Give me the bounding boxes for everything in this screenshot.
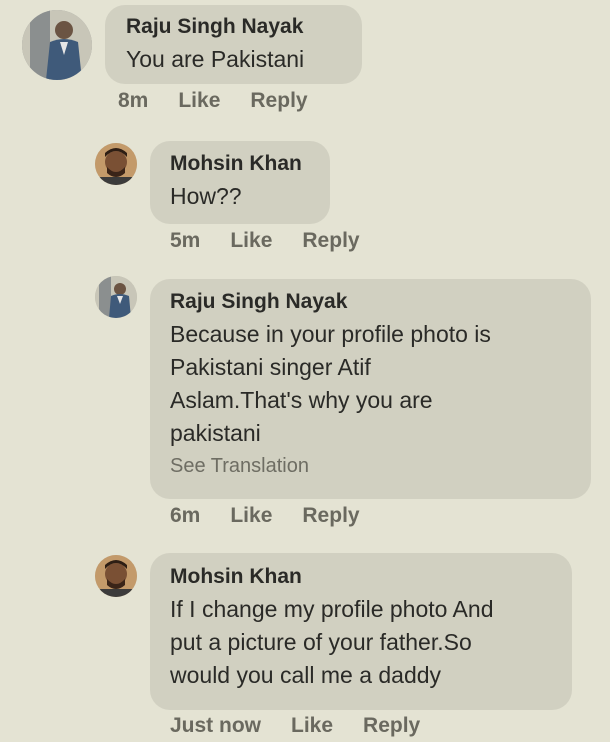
avatar[interactable] [95,276,137,318]
person-suit-avatar-icon [22,10,92,80]
comment-text: You are Pakistani [126,46,305,72]
comment-bubble: Raju Singh Nayak Because in your profile… [150,279,591,499]
comment-author[interactable]: Raju Singh Nayak [126,14,362,40]
avatar[interactable] [95,555,137,597]
comment-timestamp: 6m [170,504,201,527]
avatar[interactable] [22,10,92,80]
person-face-avatar-icon [95,143,137,185]
comment-actions: Just now Like Reply [170,714,450,738]
like-button[interactable]: Like [230,504,272,528]
comment-text: If I change my profile photo And put a p… [170,596,494,688]
reply-button[interactable]: Reply [250,89,307,113]
comment-actions: 8m Like Reply [118,89,338,113]
comment-author[interactable]: Mohsin Khan [170,151,330,177]
comment-text: How?? [170,183,242,209]
person-suit-avatar-icon [95,276,137,318]
comment-bubble: Raju Singh Nayak You are Pakistani [105,5,362,84]
see-translation-link[interactable]: See Translation [170,452,591,480]
like-button[interactable]: Like [291,714,333,738]
comment-text: Because in your profile photo is Pakista… [170,321,491,446]
avatar[interactable] [95,143,137,185]
like-button[interactable]: Like [178,89,220,113]
reply-button[interactable]: Reply [302,229,359,253]
like-button[interactable]: Like [230,229,272,253]
comment-bubble: Mohsin Khan If I change my profile photo… [150,553,572,710]
comment-bubble: Mohsin Khan How?? [150,141,330,224]
comment-actions: 5m Like Reply [170,229,390,253]
comment-author[interactable]: Mohsin Khan [170,564,572,590]
reply-button[interactable]: Reply [302,504,359,528]
comment-actions: 6m Like Reply [170,504,390,528]
reply-button[interactable]: Reply [363,714,420,738]
comment-timestamp: 5m [170,229,201,252]
comment-author[interactable]: Raju Singh Nayak [170,289,591,315]
comment-timestamp: 8m [118,89,149,112]
person-face-avatar-icon [95,555,137,597]
comment-timestamp: Just now [170,714,262,737]
